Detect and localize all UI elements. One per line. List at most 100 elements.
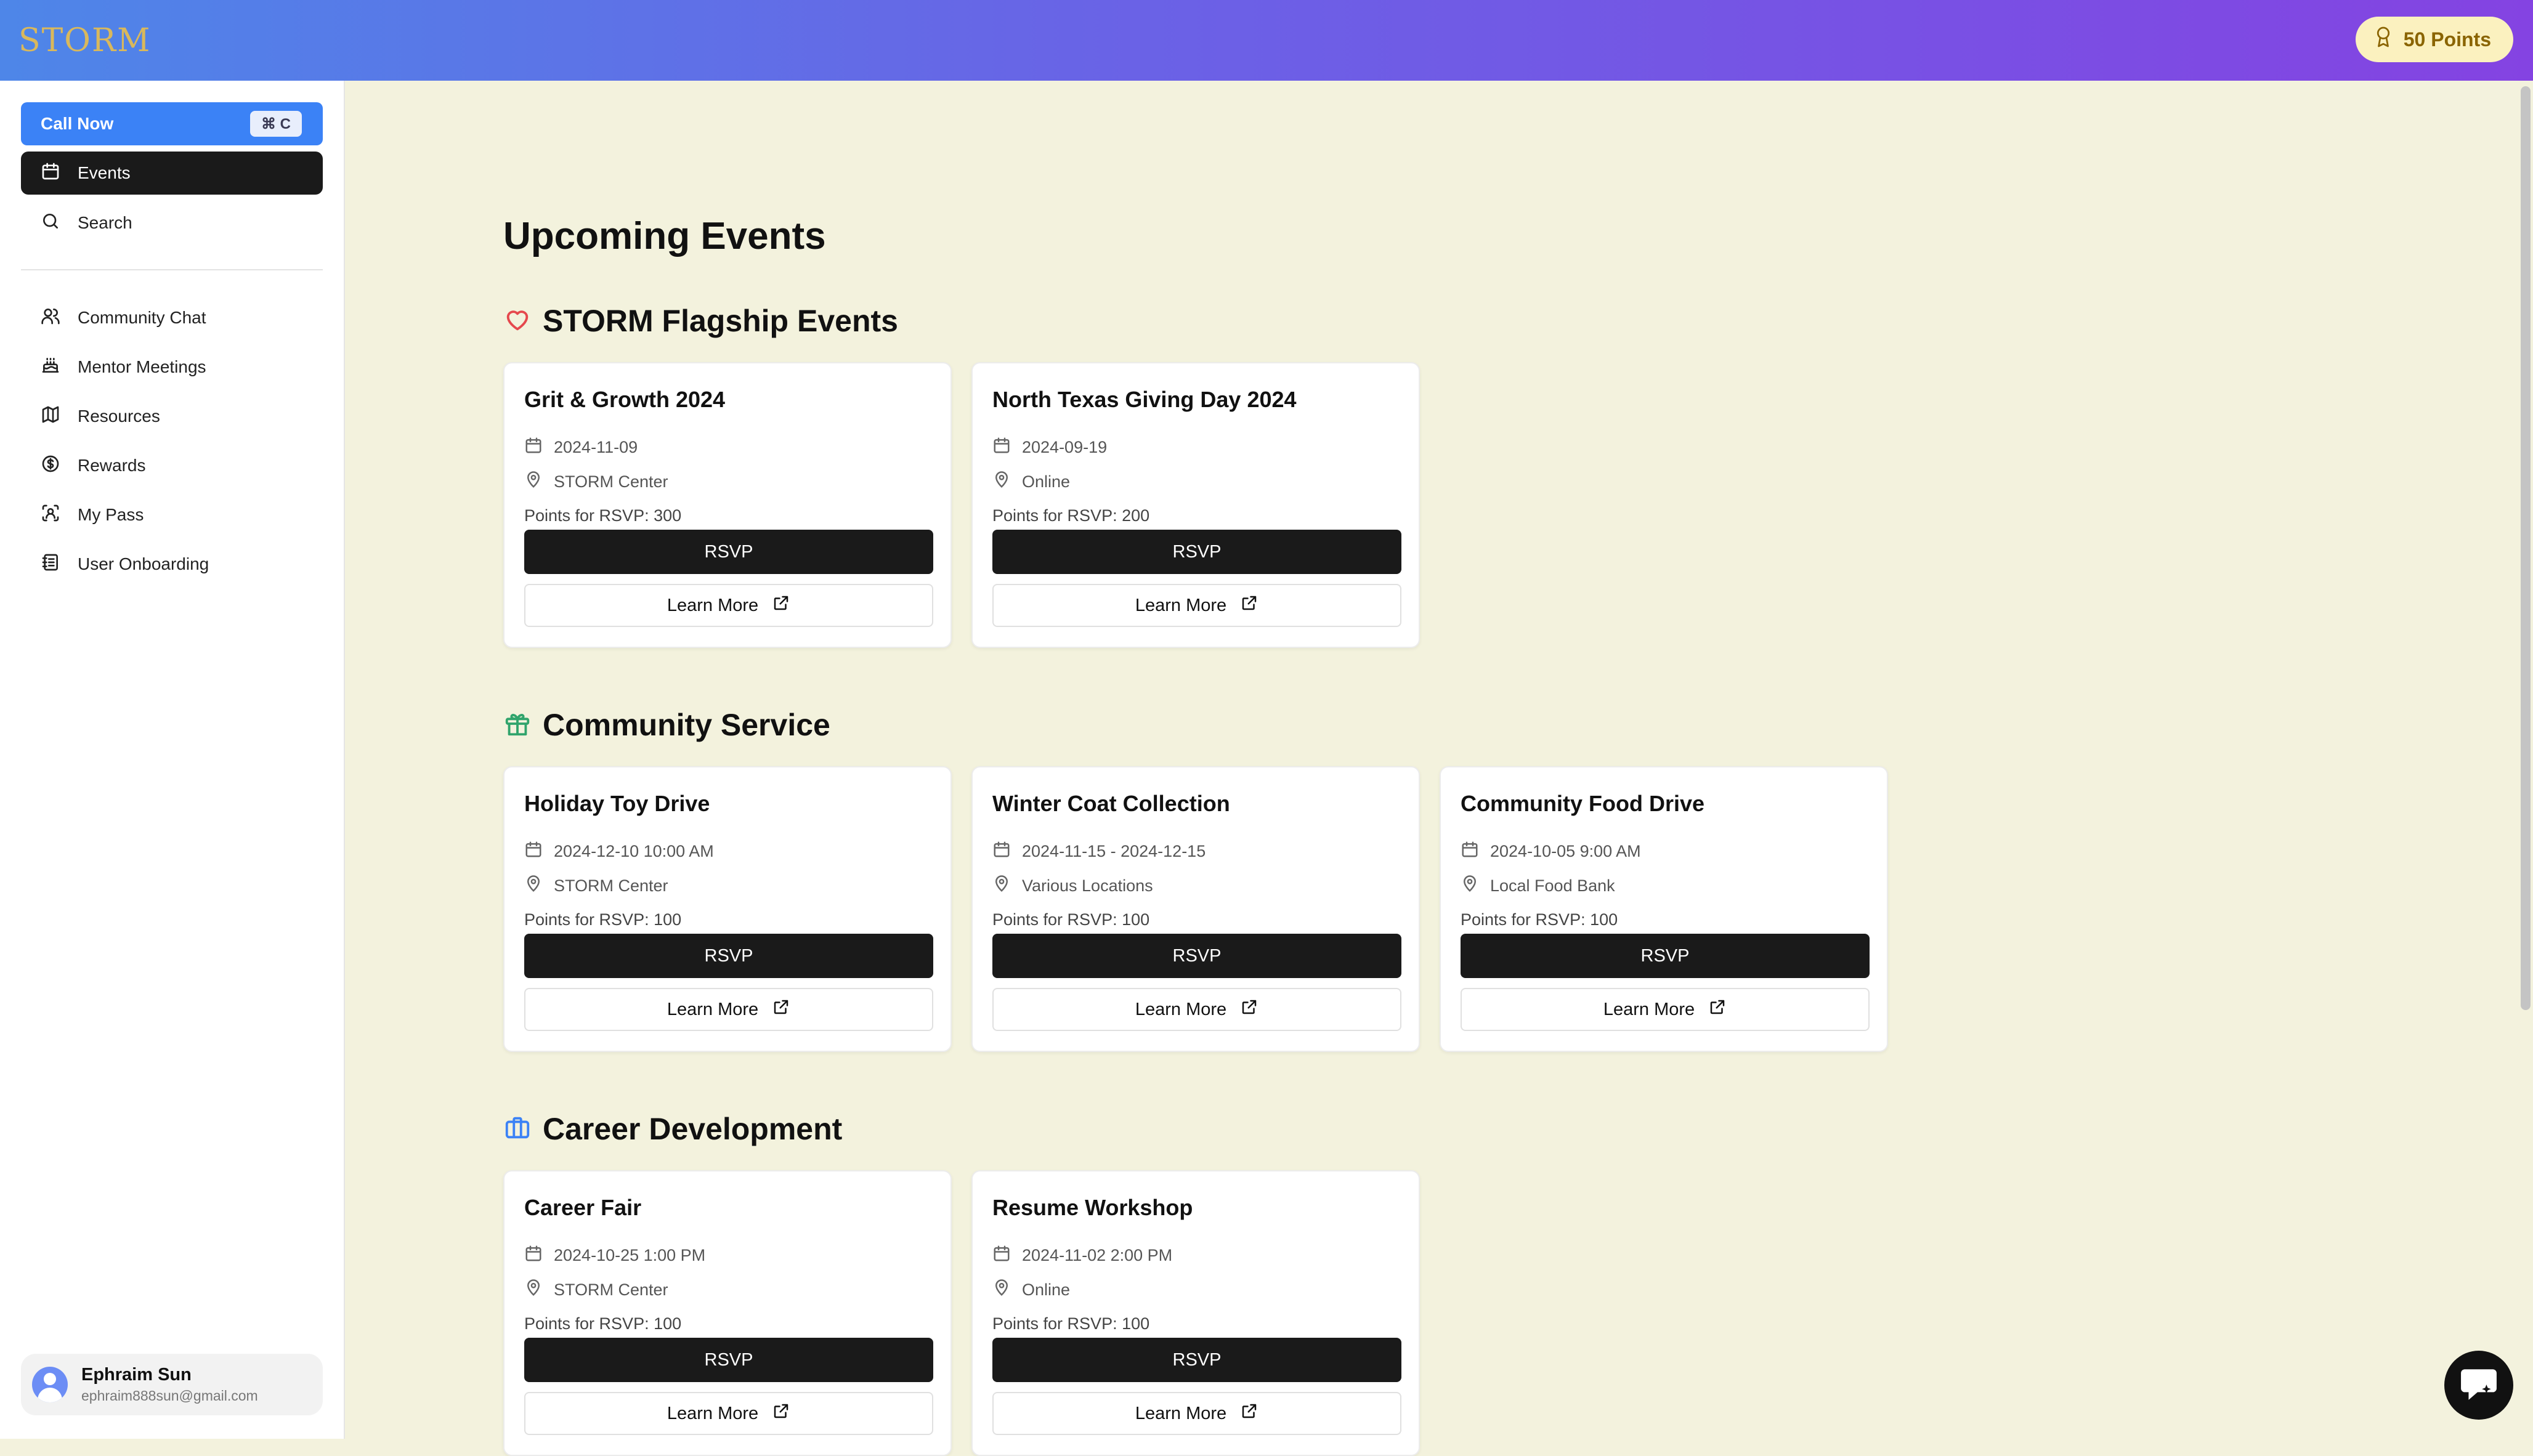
rsvp-button[interactable]: RSVP bbox=[992, 934, 1401, 978]
section-header-flagship: STORM Flagship Events bbox=[503, 303, 898, 339]
shortcut-badge: ⌘ C bbox=[250, 111, 302, 137]
event-location: Online bbox=[992, 1279, 1070, 1301]
rsvp-button[interactable]: RSVP bbox=[524, 530, 933, 574]
user-email: ephraim888sun@gmail.com bbox=[81, 1388, 258, 1404]
avatar bbox=[32, 1367, 68, 1402]
learn-more-button[interactable]: Learn More bbox=[992, 584, 1401, 627]
chat-bubble-icon bbox=[2460, 1367, 2498, 1404]
heart-icon bbox=[503, 305, 532, 337]
rsvp-label: RSVP bbox=[704, 945, 753, 966]
event-location-text: Various Locations bbox=[1022, 876, 1153, 895]
event-card: Career Fair 2024-10-25 1:00 PM STORM Cen… bbox=[503, 1170, 952, 1456]
calendar-icon bbox=[992, 1244, 1011, 1267]
external-link-icon bbox=[772, 594, 790, 617]
call-now-button[interactable]: Call Now ⌘ C bbox=[21, 102, 323, 145]
event-location: Various Locations bbox=[992, 875, 1153, 897]
sidebar-item-community-chat[interactable]: Community Chat bbox=[21, 296, 323, 339]
rsvp-label: RSVP bbox=[1172, 945, 1222, 966]
event-card: Holiday Toy Drive 2024-12-10 10:00 AM ST… bbox=[503, 766, 952, 1052]
map-pin-icon bbox=[524, 1279, 543, 1301]
calendar-icon bbox=[992, 840, 1011, 863]
event-date: 2024-10-25 1:00 PM bbox=[524, 1244, 705, 1267]
sidebar-item-label: Resources bbox=[78, 406, 160, 426]
learn-more-button[interactable]: Learn More bbox=[524, 584, 933, 627]
sidebar-item-label: My Pass bbox=[78, 505, 144, 524]
sidebar-item-label: Events bbox=[78, 163, 131, 182]
event-date-text: 2024-09-19 bbox=[1022, 438, 1108, 456]
sidebar-item-label: User Onboarding bbox=[78, 554, 209, 573]
map-pin-icon bbox=[1461, 875, 1479, 897]
users-icon bbox=[41, 306, 60, 330]
points-badge[interactable]: 50 Points bbox=[2355, 17, 2513, 62]
section-header-career-development: Career Development bbox=[503, 1111, 842, 1147]
storm-logo[interactable]: STORM bbox=[18, 16, 151, 65]
learn-more-button[interactable]: Learn More bbox=[992, 988, 1401, 1031]
calendar-icon bbox=[1461, 840, 1479, 863]
scrollbar-thumb[interactable] bbox=[2521, 86, 2531, 1010]
event-date-text: 2024-11-09 bbox=[554, 438, 638, 456]
event-location: STORM Center bbox=[524, 1279, 668, 1301]
chat-button[interactable] bbox=[2444, 1351, 2513, 1420]
award-icon bbox=[2374, 25, 2393, 54]
rsvp-button[interactable]: RSVP bbox=[1461, 934, 1870, 978]
event-date-text: 2024-11-02 2:00 PM bbox=[1022, 1246, 1173, 1264]
gift-icon bbox=[503, 710, 532, 741]
map-pin-icon bbox=[992, 1279, 1011, 1301]
rsvp-label: RSVP bbox=[1640, 945, 1690, 966]
external-link-icon bbox=[1240, 594, 1258, 617]
sidebar-item-rewards[interactable]: Rewards bbox=[21, 444, 323, 487]
logo-text: STORM bbox=[18, 22, 152, 59]
event-location-text: Online bbox=[1022, 472, 1071, 491]
learn-more-label: Learn More bbox=[1603, 999, 1695, 1019]
event-location: STORM Center bbox=[524, 875, 668, 897]
event-date: 2024-11-02 2:00 PM bbox=[992, 1244, 1172, 1267]
event-title: Community Food Drive bbox=[1461, 791, 1705, 816]
learn-more-button[interactable]: Learn More bbox=[1461, 988, 1870, 1031]
cake-icon bbox=[41, 355, 60, 379]
sidebar-item-my-pass[interactable]: My Pass bbox=[21, 493, 323, 536]
learn-more-label: Learn More bbox=[667, 1403, 759, 1423]
learn-more-label: Learn More bbox=[1135, 595, 1227, 615]
event-title: Resume Workshop bbox=[992, 1195, 1193, 1220]
sidebar-item-resources[interactable]: Resources bbox=[21, 395, 323, 438]
event-location: Online bbox=[992, 471, 1070, 493]
event-location: Local Food Bank bbox=[1461, 875, 1615, 897]
sidebar-item-mentor-meetings[interactable]: Mentor Meetings bbox=[21, 346, 323, 389]
event-date: 2024-11-15 - 2024-12-15 bbox=[992, 840, 1206, 863]
learn-more-button[interactable]: Learn More bbox=[992, 1392, 1401, 1435]
event-location-text: Local Food Bank bbox=[1490, 876, 1615, 895]
scan-face-icon bbox=[41, 503, 60, 527]
event-title: North Texas Giving Day 2024 bbox=[992, 387, 1297, 412]
rsvp-label: RSVP bbox=[1172, 541, 1222, 562]
event-points: Points for RSVP: 200 bbox=[992, 506, 1150, 525]
sidebar-divider bbox=[21, 269, 323, 270]
event-location-text: Online bbox=[1022, 1280, 1071, 1299]
rsvp-button[interactable]: RSVP bbox=[992, 530, 1401, 574]
sidebar-item-label: Community Chat bbox=[78, 308, 206, 327]
external-link-icon bbox=[1240, 1402, 1258, 1425]
event-date: 2024-10-05 9:00 AM bbox=[1461, 840, 1641, 863]
event-date: 2024-12-10 10:00 AM bbox=[524, 840, 714, 863]
calendar-icon bbox=[524, 436, 543, 459]
event-card: Grit & Growth 2024 2024-11-09 STORM Cent… bbox=[503, 362, 952, 648]
calendar-icon bbox=[41, 161, 60, 185]
learn-more-button[interactable]: Learn More bbox=[524, 988, 933, 1031]
event-points: Points for RSVP: 100 bbox=[1461, 910, 1618, 929]
learn-more-button[interactable]: Learn More bbox=[524, 1392, 933, 1435]
sidebar-item-user-onboarding[interactable]: User Onboarding bbox=[21, 543, 323, 586]
event-date-text: 2024-10-25 1:00 PM bbox=[554, 1246, 706, 1264]
sidebar-item-search[interactable]: Search bbox=[21, 201, 323, 245]
event-date-text: 2024-12-10 10:00 AM bbox=[554, 842, 714, 860]
section-title: STORM Flagship Events bbox=[543, 304, 898, 338]
event-points: Points for RSVP: 100 bbox=[992, 1314, 1150, 1333]
search-icon bbox=[41, 211, 60, 235]
event-location-text: STORM Center bbox=[554, 1280, 668, 1299]
rsvp-button[interactable]: RSVP bbox=[524, 1338, 933, 1382]
event-date-text: 2024-11-15 - 2024-12-15 bbox=[1022, 842, 1206, 860]
map-pin-icon bbox=[524, 875, 543, 897]
rsvp-button[interactable]: RSVP bbox=[524, 934, 933, 978]
rsvp-button[interactable]: RSVP bbox=[992, 1338, 1401, 1382]
top-header: STORM 50 Points bbox=[0, 0, 2533, 81]
user-profile[interactable]: Ephraim Sun ephraim888sun@gmail.com bbox=[21, 1354, 323, 1415]
sidebar-item-events[interactable]: Events bbox=[21, 152, 323, 195]
